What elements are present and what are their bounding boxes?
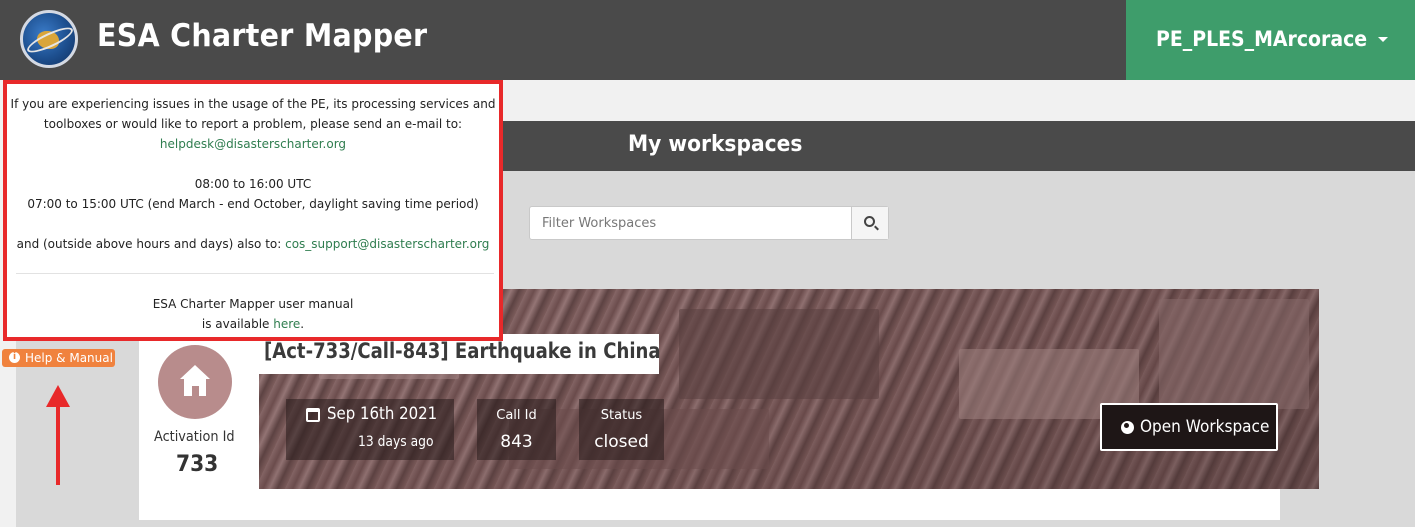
app-title[interactable]: ESA Charter Mapper [97,18,427,54]
open-workspace-label: Open Workspace [1140,417,1270,437]
helpdesk-email-link[interactable]: helpdesk@disasterscharter.org [160,137,346,151]
support-line: and (outside above hours and days) also … [7,237,499,251]
manual-period: . [300,317,305,331]
status-label: Status [600,408,643,423]
help-email-line: helpdesk@disasterscharter.org [7,137,499,151]
help-text-line2: toolboxes or would like to report a prob… [43,117,463,131]
filter-workspaces-input[interactable] [530,207,851,239]
manual-line2: is available here. [7,317,499,331]
search-icon [864,216,875,227]
help-text-line1: If you are experiencing issues in the us… [10,97,496,111]
calendar-icon [306,408,320,422]
date-relative: 13 days ago [358,434,434,450]
caret-down-icon [1378,37,1388,42]
help-manual-label: Help & Manual [25,351,113,365]
top-navbar: ESA Charter Mapper PE_PLES_MArcorace [0,0,1415,80]
help-manual-tab[interactable]: i Help & Manual [2,349,115,367]
date-info: Sep 16th 2021 13 days ago [286,399,454,460]
workspace-title[interactable]: [Act-733/Call-843] Earthquake in China [264,339,661,363]
info-icon: i [9,352,20,363]
support-email-link[interactable]: cos_support@disasterscharter.org [285,237,489,251]
hours-line2: 07:00 to 15:00 UTC (end March - end Octo… [27,197,479,211]
search-button[interactable] [851,207,888,239]
divider [16,273,494,274]
filter-workspaces-group [529,206,889,240]
help-popup: If you are experiencing issues in the us… [3,80,503,341]
user-menu-dropdown[interactable]: PE_PLES_MArcorace [1126,0,1415,80]
activation-id-value: 733 [176,452,219,477]
manual-here-link[interactable]: here [273,317,300,331]
status-value: closed [594,432,649,452]
activation-id-label: Activation Id [154,429,235,445]
globe-icon [1121,421,1134,434]
manual-line1: ESA Charter Mapper user manual [152,297,354,311]
activation-avatar [158,345,232,419]
call-id-label: Call Id [496,408,537,423]
house-icon [180,365,210,397]
date-value: Sep 16th 2021 [327,404,438,424]
arrow-shaft [56,403,60,485]
call-id-info: Call Id 843 [477,399,556,460]
page-title: My workspaces [628,132,803,157]
manual-available-text: is available [201,317,274,331]
hours-line1: 08:00 to 16:00 UTC [194,177,312,191]
outside-hours-text: and (outside above hours and days) also … [16,237,286,251]
status-info: Status closed [579,399,664,460]
esa-logo-icon[interactable] [20,10,78,68]
user-name: PE_PLES_MArcorace [1156,27,1368,51]
call-id-value: 843 [500,432,533,452]
open-workspace-button[interactable]: Open Workspace [1100,403,1278,451]
